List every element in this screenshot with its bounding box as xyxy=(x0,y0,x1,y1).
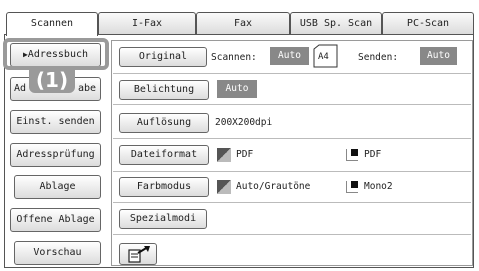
send-label: Senden: xyxy=(358,52,399,63)
exposure-button[interactable]: Belichtung xyxy=(119,80,209,100)
file-format-mono-value: PDF xyxy=(364,149,382,160)
color-mode-color-value: Auto/Grautöne xyxy=(236,181,311,192)
row-divider xyxy=(113,104,471,105)
address-check-button[interactable]: Adressprüfung xyxy=(10,143,101,167)
color-mode-icon xyxy=(217,180,231,194)
mono-mode-icon xyxy=(346,181,358,193)
row-divider xyxy=(113,234,471,235)
file-format-color-value: PDF xyxy=(236,149,254,160)
color-mode-button[interactable]: Farbmodus xyxy=(119,177,209,197)
resolution-value: 200X200dpi xyxy=(215,117,273,128)
tab-fax[interactable]: Fax xyxy=(196,12,290,34)
mono-mode-icon xyxy=(346,149,358,161)
address-entry-label-start: Ad xyxy=(14,83,27,94)
scanner-send-button[interactable] xyxy=(119,243,157,265)
send-size-value: Auto xyxy=(420,47,457,65)
special-modes-button[interactable]: Spezialmodi xyxy=(119,209,207,229)
scan-size-value: Auto xyxy=(270,47,309,65)
row-divider xyxy=(113,73,471,74)
tab-usb-scan[interactable]: USB Sp. Scan xyxy=(290,12,382,34)
address-entry-label-end: abe xyxy=(77,83,96,94)
original-button[interactable]: Original xyxy=(119,47,207,67)
paper-size-label: A4 xyxy=(318,52,329,62)
file-format-button[interactable]: Dateiformat xyxy=(119,145,209,165)
file-button[interactable]: Ablage xyxy=(14,175,101,199)
callout-label: (1) xyxy=(29,68,75,93)
preview-button[interactable]: Vorschau xyxy=(14,241,101,265)
color-mode-icon xyxy=(217,148,231,162)
row-divider xyxy=(113,138,471,139)
tab-scannen[interactable]: Scannen xyxy=(6,12,98,36)
one-touch-send-button[interactable]: Einst. senden xyxy=(10,110,101,134)
scan-label: Scannen: xyxy=(211,52,257,63)
callout-highlight xyxy=(3,38,109,70)
row-divider xyxy=(113,202,471,203)
tab-i-fax[interactable]: I-Fax xyxy=(98,12,196,34)
scanner-send-arrow-icon xyxy=(128,246,150,263)
row-divider xyxy=(113,171,471,172)
exposure-value: Auto xyxy=(217,80,257,98)
color-mode-mono-value: Mono2 xyxy=(364,181,393,192)
resolution-button[interactable]: Auflösung xyxy=(119,113,209,133)
open-file-button[interactable]: Offene Ablage xyxy=(10,208,101,232)
tab-pc-scan[interactable]: PC-Scan xyxy=(382,12,474,34)
